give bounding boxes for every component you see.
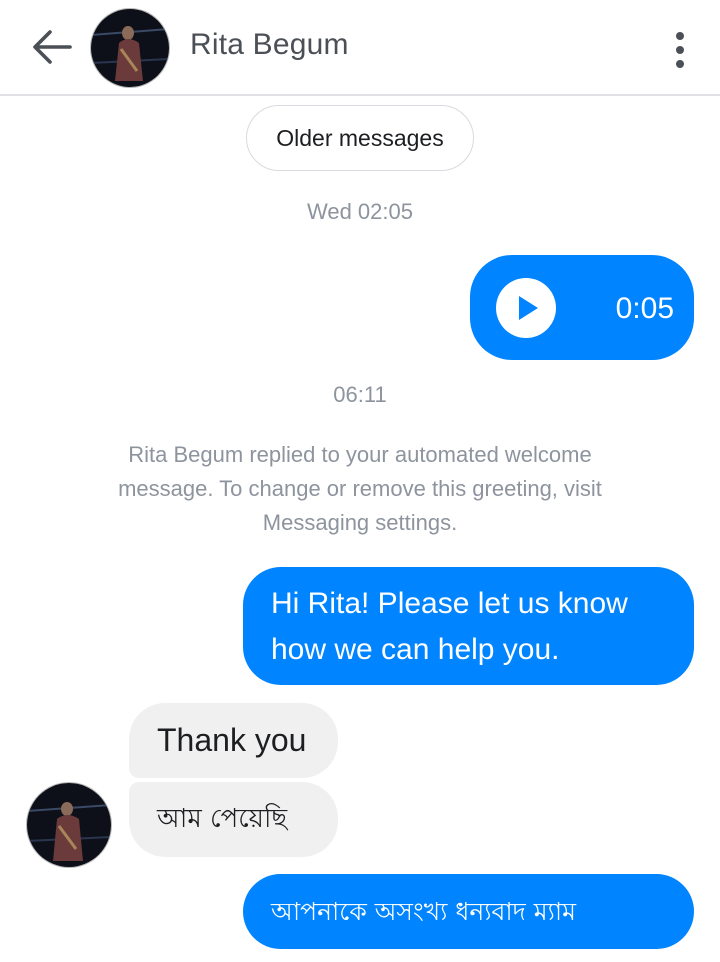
avatar-photo xyxy=(27,783,111,867)
system-note: Rita Begum replied to your automated wel… xyxy=(118,442,602,535)
play-icon[interactable] xyxy=(496,278,556,338)
timestamp: Wed 02:05 xyxy=(306,199,413,224)
conversation-header: Rita Begum xyxy=(0,0,720,96)
contact-avatar[interactable] xyxy=(90,8,170,88)
timestamp: 06:11 xyxy=(333,382,387,407)
outgoing-message[interactable]: Hi Rita! Please let us know how we can h… xyxy=(243,567,694,685)
voice-message-bubble[interactable]: 0:05 xyxy=(470,255,694,360)
contact-avatar-small[interactable] xyxy=(26,782,112,868)
more-options-button[interactable] xyxy=(664,28,698,72)
more-vertical-icon xyxy=(676,32,684,40)
incoming-message[interactable]: আম পেয়েছি xyxy=(129,782,338,857)
voice-duration: 0:05 xyxy=(615,292,674,325)
back-button[interactable] xyxy=(26,24,76,70)
outgoing-message[interactable]: আপনাকে অসংখ্য ধন্যবাদ ম্যাম xyxy=(243,874,694,949)
avatar-photo xyxy=(91,9,169,87)
older-messages-button[interactable]: Older messages xyxy=(246,105,474,171)
incoming-message[interactable]: Thank you xyxy=(129,703,338,778)
arrow-left-icon xyxy=(33,30,72,64)
contact-name[interactable]: Rita Begum xyxy=(190,28,349,62)
